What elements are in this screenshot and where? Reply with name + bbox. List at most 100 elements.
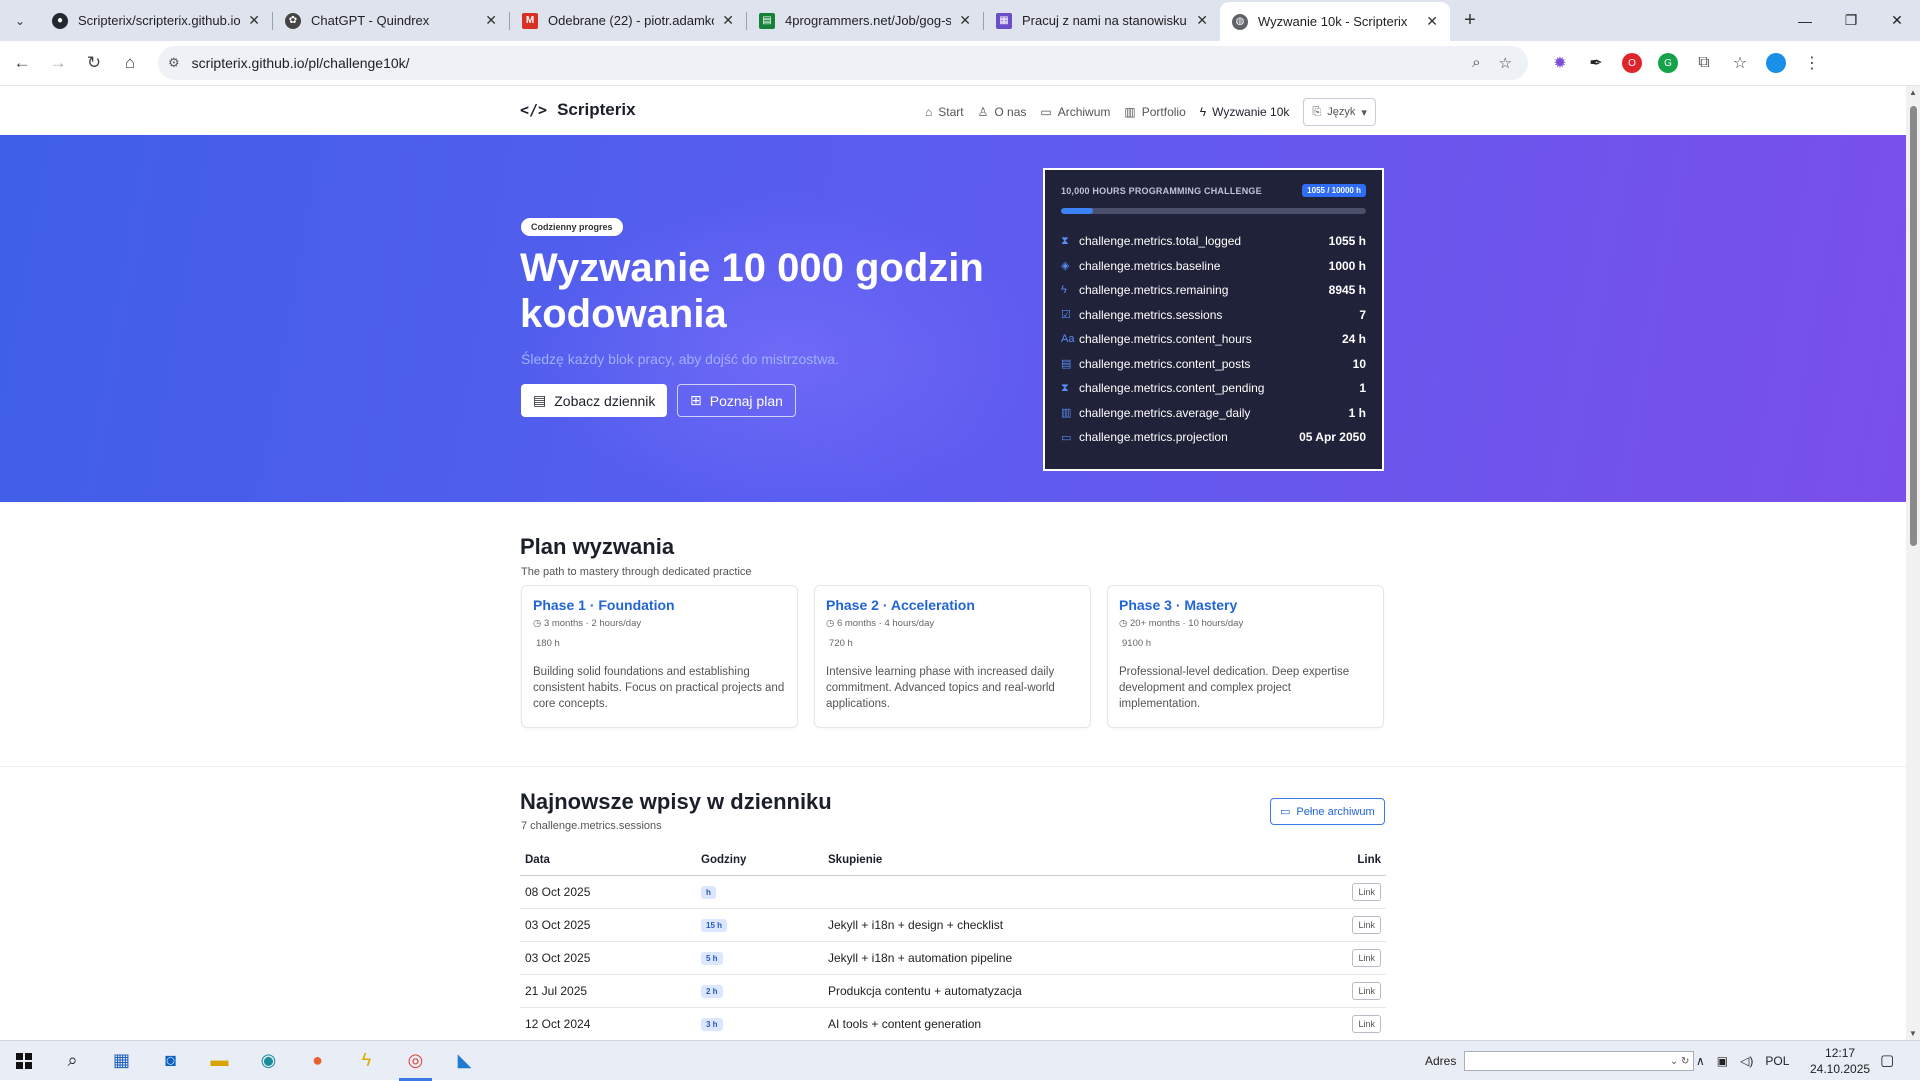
- new-tab-icon[interactable]: +: [1450, 0, 1490, 41]
- plan-title: Plan wyzwania: [520, 534, 675, 559]
- taskbar-edge-icon[interactable]: ◉: [244, 1041, 293, 1081]
- layers-icon: ◈: [1061, 260, 1070, 273]
- browser-tab[interactable]: ▦ Pracuj z nami na stanowisku: Se ✕: [984, 0, 1220, 41]
- close-icon[interactable]: ✕: [485, 12, 497, 29]
- notification-center-icon[interactable]: ▢: [1880, 1051, 1894, 1069]
- close-icon[interactable]: ✕: [722, 12, 734, 29]
- language-dropdown[interactable]: ⎘ Język ▾: [1303, 98, 1376, 126]
- restore-icon[interactable]: ❐: [1828, 0, 1874, 41]
- extensions-puzzle-icon[interactable]: ⧉: [1694, 53, 1714, 73]
- volume-icon[interactable]: ◁): [1740, 1054, 1753, 1068]
- scrollbar-thumb[interactable]: [1910, 106, 1917, 546]
- close-icon[interactable]: ✕: [1426, 13, 1438, 30]
- job-icon: ▦: [996, 12, 1012, 29]
- address-input[interactable]: ⌄ ↻: [1464, 1051, 1695, 1071]
- taskbar-chrome-icon[interactable]: ◎: [391, 1041, 440, 1081]
- minimize-icon[interactable]: —: [1782, 0, 1828, 41]
- close-icon[interactable]: ✕: [959, 12, 971, 29]
- taskbar-clock[interactable]: 12:17 24.10.2025: [1810, 1045, 1870, 1077]
- metrics-title: 10,000 HOURS PROGRAMMING CHALLENGE: [1061, 185, 1262, 196]
- nav-link-challenge[interactable]: ϟ Wyzwanie 10k: [1200, 99, 1290, 125]
- phase-card[interactable]: Phase 3 · Mastery ◷ 20+ months · 10 hour…: [1107, 585, 1384, 728]
- phase-title[interactable]: Phase 2 · Acceleration: [826, 597, 1079, 613]
- extension-pen-icon[interactable]: ✒: [1586, 53, 1606, 73]
- tab-search-icon[interactable]: ⌄: [0, 0, 40, 41]
- row-focus: Produkcja contentu + automatyzacja: [823, 974, 1326, 1008]
- row-focus: Jekyll + i18n + design + checklist: [823, 908, 1326, 942]
- view-plan-button[interactable]: ⊞ Poznaj plan: [677, 384, 796, 417]
- column-header-link: Link: [1326, 851, 1386, 876]
- view-journal-button[interactable]: ▤ Zobacz dziennik: [521, 384, 668, 417]
- site-info-icon[interactable]: ⚙: [168, 55, 180, 71]
- windows-start-icon[interactable]: [0, 1041, 48, 1081]
- nav-link-about[interactable]: ♙ O nas: [978, 99, 1027, 125]
- home-icon[interactable]: ⌂: [112, 45, 148, 81]
- clock-icon: ◷: [826, 618, 837, 629]
- extension-stop-icon[interactable]: O: [1622, 53, 1642, 73]
- full-archive-button[interactable]: ▭ Pełne archiwum: [1270, 798, 1385, 825]
- metrics-progress-fill: [1061, 208, 1094, 214]
- page-scrollbar[interactable]: ▲ ▼: [1906, 86, 1920, 1040]
- nav-link-portfolio[interactable]: ▥ Portfolio: [1124, 99, 1185, 125]
- close-icon[interactable]: ✕: [1196, 12, 1208, 29]
- phase-hours: 180 h: [536, 638, 560, 649]
- forward-icon[interactable]: →: [40, 45, 76, 81]
- profile-avatar-icon[interactable]: [1766, 53, 1786, 73]
- metric-row: ⧗ challenge.metrics.total_logged 1055 h: [1061, 234, 1366, 249]
- taskbar-vscode-icon[interactable]: ◣: [440, 1041, 489, 1081]
- globe-icon: ◍: [1232, 13, 1248, 30]
- browser-tab[interactable]: ● Scripterix/scripterix.github.io: S ✕: [40, 0, 272, 41]
- entry-link-button[interactable]: Link: [1352, 882, 1381, 901]
- browser-tab[interactable]: M Odebrane (22) - piotr.adamkow ✕: [510, 0, 746, 41]
- phase-title[interactable]: Phase 3 · Mastery: [1119, 597, 1372, 613]
- reload-icon[interactable]: ↻: [76, 45, 112, 81]
- row-focus: [823, 875, 1326, 909]
- taskbar-store-icon[interactable]: ▦: [97, 1041, 146, 1081]
- entry-link-button[interactable]: Link: [1352, 981, 1381, 1000]
- network-icon[interactable]: ▣: [1717, 1054, 1728, 1068]
- extension-grammar-icon[interactable]: G: [1658, 53, 1678, 73]
- hourglass-icon: ⧗: [1061, 234, 1069, 247]
- phase-card[interactable]: Phase 2 · Acceleration ◷ 6 months · 4 ho…: [814, 585, 1091, 728]
- row-date: 03 Oct 2025: [520, 908, 696, 942]
- zoom-icon[interactable]: ⌕: [1472, 54, 1480, 72]
- taskbar-lightning-app-icon[interactable]: ϟ: [342, 1041, 391, 1081]
- tray-overflow-icon[interactable]: ∧: [1696, 1054, 1705, 1068]
- back-icon[interactable]: ←: [4, 45, 40, 81]
- browser-tab-active[interactable]: ◍ Wyzwanie 10k - Scripterix ✕: [1220, 2, 1450, 41]
- taskbar-file-explorer-icon[interactable]: ▬: [195, 1041, 244, 1081]
- taskbar-outlook-icon[interactable]: ◙: [146, 1041, 195, 1081]
- close-icon[interactable]: ✕: [248, 12, 260, 29]
- nav-link-start[interactable]: ⌂ Start: [925, 99, 964, 125]
- taskbar-firefox-icon[interactable]: ●: [293, 1041, 342, 1081]
- bookmarks-icon[interactable]: ☆: [1730, 53, 1750, 73]
- windows-taskbar: ⌕ ▦ ◙ ▬ ◉ ● ϟ ◎ ◣ Adres ⌄ ↻ ∧ ▣ ◁) POL 1…: [0, 1040, 1920, 1081]
- bookmark-star-icon[interactable]: ☆: [1499, 54, 1512, 72]
- extension-gear-icon[interactable]: ✹: [1550, 53, 1570, 73]
- entry-link-button[interactable]: Link: [1352, 1014, 1381, 1033]
- language-indicator[interactable]: POL: [1765, 1054, 1789, 1068]
- url-text[interactable]: scripterix.github.io/pl/challenge10k/: [192, 55, 1472, 71]
- taskbar-search-icon[interactable]: ⌕: [48, 1041, 97, 1081]
- table-row: 08 Oct 2025 h Link: [520, 875, 1386, 909]
- scroll-down-icon[interactable]: ▼: [1909, 1029, 1917, 1038]
- phase-hours: 720 h: [829, 638, 853, 649]
- menu-kebab-icon[interactable]: ⋮: [1802, 53, 1822, 73]
- address-bar[interactable]: ⚙ scripterix.github.io/pl/challenge10k/ …: [158, 46, 1528, 80]
- scroll-up-icon[interactable]: ▲: [1909, 88, 1917, 97]
- code-icon: </>: [520, 101, 548, 119]
- phase-title[interactable]: Phase 1 · Foundation: [533, 597, 786, 613]
- browser-tab[interactable]: ✿ ChatGPT - Quindrex ✕: [273, 0, 509, 41]
- browser-tab[interactable]: ▤ 4programmers.net/Job/gog-sp ✕: [747, 0, 983, 41]
- row-date: 21 Jul 2025: [520, 974, 696, 1008]
- journal-icon: ▤: [533, 392, 547, 408]
- entry-link-button[interactable]: Link: [1352, 915, 1381, 934]
- phase-card[interactable]: Phase 1 · Foundation ◷ 3 months · 2 hour…: [521, 585, 798, 728]
- table-row: 21 Jul 2025 2 h Produkcja contentu + aut…: [520, 974, 1386, 1008]
- nav-link-archive[interactable]: ▭ Archiwum: [1040, 99, 1110, 125]
- phase-meta: ◷ 20+ months · 10 hours/day: [1119, 618, 1244, 629]
- journal-title: Najnowsze wpisy w dzienniku: [520, 789, 832, 814]
- entry-link-button[interactable]: Link: [1352, 948, 1381, 967]
- close-window-icon[interactable]: ✕: [1874, 0, 1920, 41]
- brand-link[interactable]: </> Scripterix: [520, 100, 636, 120]
